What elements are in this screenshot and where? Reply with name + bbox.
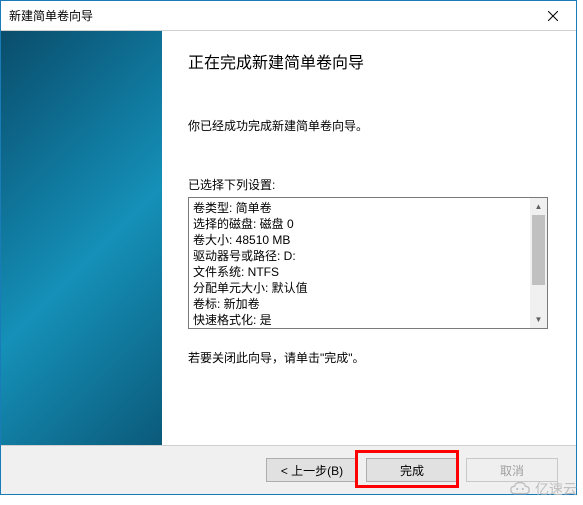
setting-row: 卷类型: 简单卷 [193,200,543,216]
close-instruction: 若要关闭此向导，请单击"完成"。 [188,349,548,366]
finish-button[interactable]: 完成 [366,458,458,482]
scroll-down-button[interactable]: ▼ [530,311,547,328]
button-row: < 上一步(B) 完成 取消 [1,445,576,494]
setting-row: 选择的磁盘: 磁盘 0 [193,216,543,232]
scroll-thumb[interactable] [532,215,545,285]
page-heading: 正在完成新建简单卷向导 [188,49,548,73]
window-title: 新建简单卷向导 [9,7,93,24]
scroll-up-button[interactable]: ▲ [530,198,547,215]
wizard-side-banner [1,31,162,445]
setting-row: 文件系统: NTFS [193,264,543,280]
setting-row: 快速格式化: 是 [193,312,543,328]
settings-label: 已选择下列设置: [188,176,548,193]
setting-row: 卷标: 新加卷 [193,296,543,312]
body-area: 正在完成新建简单卷向导 你已经成功完成新建简单卷向导。 已选择下列设置: 卷类型… [1,31,576,445]
setting-row: 卷大小: 48510 MB [193,232,543,248]
settings-list-content: 卷类型: 简单卷 选择的磁盘: 磁盘 0 卷大小: 48510 MB 驱动器号或… [189,198,547,329]
close-button[interactable] [530,1,576,31]
back-button[interactable]: < 上一步(B) [266,458,358,482]
scrollbar[interactable]: ▲ ▼ [530,198,547,328]
settings-listbox[interactable]: 卷类型: 简单卷 选择的磁盘: 磁盘 0 卷大小: 48510 MB 驱动器号或… [188,197,548,329]
watermark: 亿速云 [509,479,577,499]
wizard-window: 新建简单卷向导 正在完成新建简单卷向导 你已经成功完成新建简单卷向导。 已选择下… [0,0,577,495]
content-pane: 正在完成新建简单卷向导 你已经成功完成新建简单卷向导。 已选择下列设置: 卷类型… [162,31,576,445]
close-icon [548,11,558,21]
completion-message: 你已经成功完成新建简单卷向导。 [188,117,548,134]
setting-row: 驱动器号或路径: D: [193,248,543,264]
titlebar: 新建简单卷向导 [1,1,576,31]
setting-row: 分配单元大小: 默认值 [193,280,543,296]
watermark-text: 亿速云 [535,479,577,499]
cloud-icon [509,480,531,498]
